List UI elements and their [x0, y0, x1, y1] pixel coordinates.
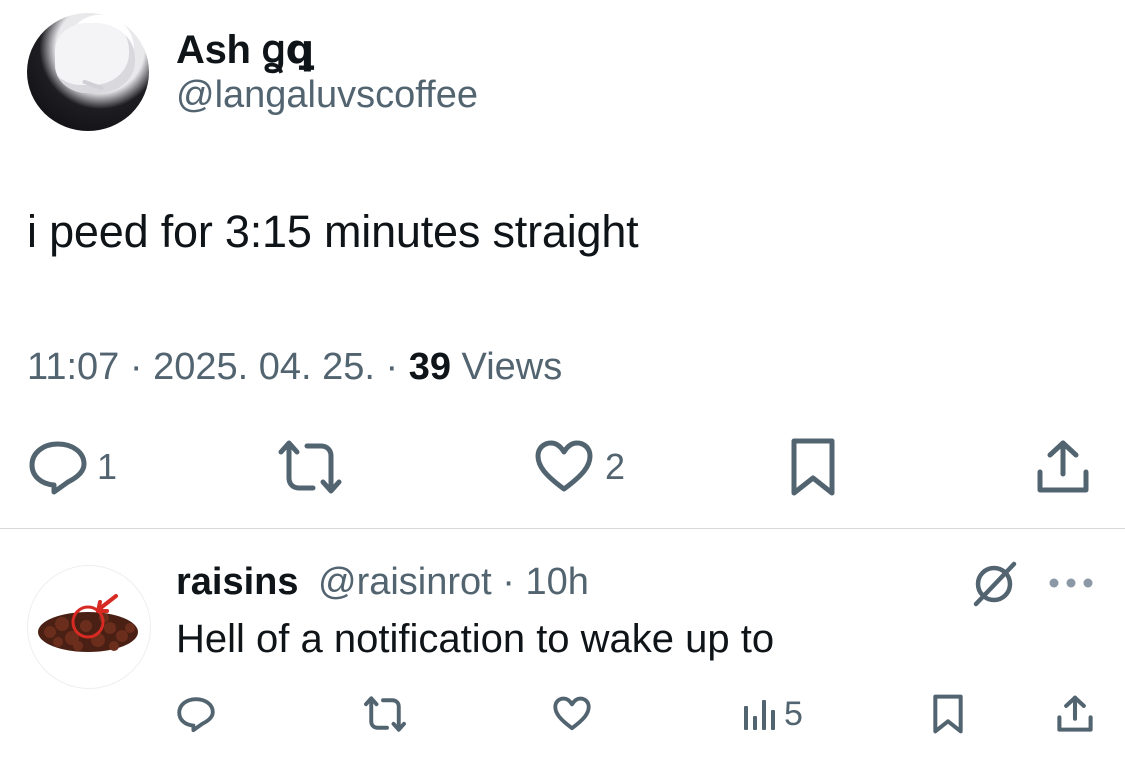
avatar-hair [55, 23, 135, 93]
raisins-image [38, 594, 138, 652]
reply-text: Hell of a notification to wake up to [176, 617, 775, 661]
divider [0, 528, 1125, 529]
reply-age[interactable]: 10h [526, 561, 589, 603]
bookmark-icon [791, 438, 835, 496]
more-icon [1049, 578, 1093, 588]
reply-repost-button[interactable] [362, 690, 408, 738]
like-count: 2 [605, 446, 626, 487]
reply-handle-line: @raisinrot · 10h [318, 561, 589, 603]
reply-handle[interactable]: @raisinrot [318, 561, 492, 603]
share-icon [1037, 440, 1089, 493]
tweet-date[interactable]: 2025. 04. 25. [153, 346, 375, 388]
bookmark-icon [933, 694, 963, 734]
author-avatar[interactable] [27, 13, 149, 131]
reply-avatar[interactable] [27, 565, 151, 689]
reply-button[interactable]: 1 [27, 437, 117, 497]
reply-display-name[interactable]: raisins [176, 561, 299, 604]
grok-icon [973, 561, 1017, 607]
reply-share-button[interactable] [1056, 690, 1094, 738]
tweet-time[interactable]: 11:07 [27, 346, 119, 388]
author-handle[interactable]: @langaluvscoffee [176, 74, 478, 117]
author-name-text: Ash [176, 28, 251, 72]
repost-icon [278, 440, 342, 494]
heart-icon [535, 440, 593, 492]
reply-like-button[interactable] [552, 690, 592, 738]
like-button[interactable]: 2 [533, 437, 625, 497]
reply-icon [177, 697, 215, 733]
tweet-text: i peed for 3:15 minutes straight [27, 206, 639, 257]
bookmark-button[interactable] [790, 437, 836, 497]
reply-reply-button[interactable] [176, 690, 216, 738]
share-icon [1057, 695, 1093, 732]
views-label: Views [461, 346, 563, 388]
grok-button[interactable] [968, 558, 1020, 615]
tweet-meta: 11:07 · 2025. 04. 25. · 39 Views [27, 346, 563, 388]
views-count: 39 [408, 346, 451, 388]
repost-icon [364, 696, 406, 732]
reply-icon [29, 441, 87, 495]
author-name-glyph: ꬶꝗ [261, 28, 315, 72]
reply-count: 1 [97, 446, 118, 487]
repost-button[interactable] [275, 437, 345, 497]
more-options-button[interactable] [1048, 576, 1094, 595]
author-display-name[interactable]: Ash ꬶꝗ [176, 20, 314, 75]
reply-views-count: 5 [784, 694, 803, 733]
views-icon [744, 700, 775, 730]
reply-bookmark-button[interactable] [932, 690, 964, 738]
reply-views-button[interactable]: 5 [742, 690, 803, 738]
heart-icon [553, 696, 591, 731]
share-button[interactable] [1035, 437, 1091, 497]
